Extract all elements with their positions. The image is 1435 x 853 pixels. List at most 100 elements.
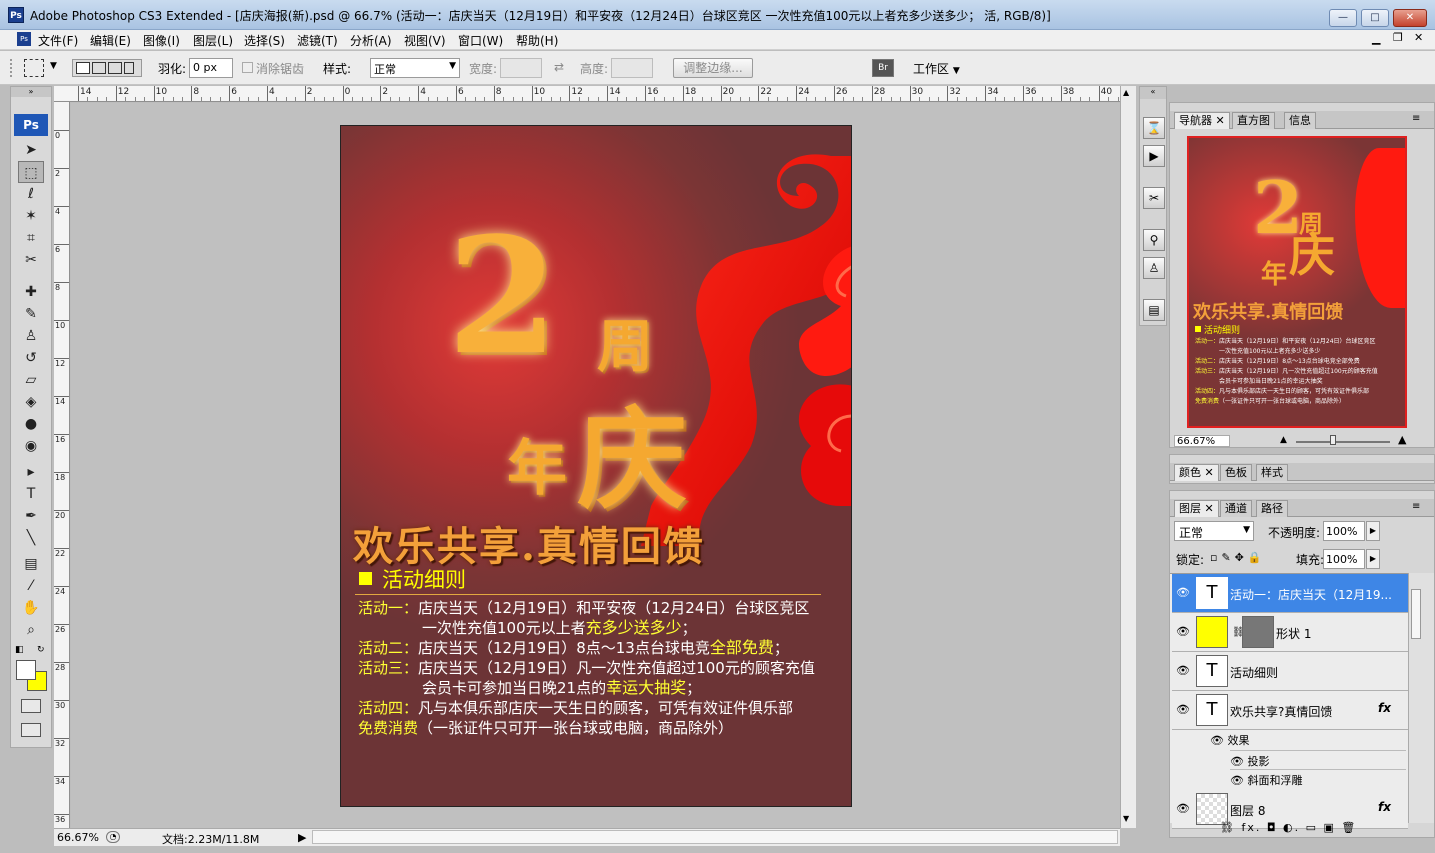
tab-paths[interactable]: 路径 [1256, 500, 1288, 517]
eye-icon[interactable]: 👁 [1210, 734, 1224, 747]
zoom-slider-handle[interactable] [1330, 435, 1336, 445]
panel-menu-icon[interactable]: ≡ [1412, 113, 1420, 124]
canvas-horizontal-scrollbar[interactable] [312, 830, 1118, 844]
navigator-thumbnail[interactable]: 2 周 庆 年 欢乐共享.真情回馈 活动细则 活动一：店庆当天（12月19日）和… [1187, 136, 1407, 428]
fx-badge[interactable]: fx [1378, 701, 1391, 715]
move-tool[interactable]: ➤ [18, 139, 44, 161]
path-selection-tool[interactable]: ▸ [18, 461, 44, 483]
eye-icon[interactable]: 👁 [1176, 586, 1190, 600]
slice-tool[interactable]: ✂ [18, 249, 44, 271]
photoshop-logo[interactable]: Ps [14, 114, 48, 136]
effects-group[interactable]: 👁 效果 [1210, 732, 1249, 748]
width-input[interactable] [500, 58, 542, 78]
tab-color[interactable]: 颜色 ✕ [1174, 464, 1219, 481]
add-selection-icon[interactable] [92, 62, 106, 74]
selection-mode-buttons[interactable] [72, 59, 142, 77]
zoom-level[interactable]: 66.67% [57, 831, 99, 844]
eye-icon[interactable]: 👁 [1176, 664, 1190, 678]
zoom-tool[interactable]: ⌕ [18, 619, 44, 641]
swap-colors-icon[interactable]: ↻ [37, 645, 45, 655]
menu-item[interactable]: 窗口(W) [458, 32, 503, 49]
dodge-tool[interactable]: ◉ [18, 435, 44, 457]
chevron-down-icon[interactable]: ▼ [50, 61, 57, 71]
crop-tool[interactable]: ⌗ [18, 227, 44, 249]
opacity-slider-button[interactable]: ▶ [1366, 521, 1380, 541]
tab-histogram[interactable]: 直方图 [1232, 112, 1275, 129]
tab-swatches[interactable]: 色板 [1220, 464, 1252, 481]
blur-tool[interactable]: ● [18, 413, 44, 435]
layer-action-icons[interactable]: ⛓ fx. ◘ ◐. ▭ ▣ 🗑 [1220, 821, 1357, 834]
close-button[interactable]: ✕ [1393, 9, 1427, 27]
tool-presets-icon[interactable]: ✂ [1143, 187, 1165, 209]
eye-icon[interactable]: 👁 [1176, 625, 1190, 639]
menu-item[interactable]: 帮助(H) [516, 32, 558, 49]
blend-mode-select[interactable]: 正常 ▼ [1174, 521, 1254, 541]
status-arrow-icon[interactable]: ▶ [298, 831, 306, 844]
scroll-up-icon[interactable]: ▲ [1123, 88, 1129, 97]
menu-item[interactable]: 图层(L) [193, 32, 233, 49]
zoom-out-icon[interactable]: ▲ [1280, 435, 1287, 445]
layer-row[interactable]: 👁 ⛓ 形状 1 [1172, 613, 1408, 652]
menu-item[interactable]: 分析(A) [350, 32, 392, 49]
notes-tool[interactable]: ▤ [18, 553, 44, 575]
status-menu-icon[interactable]: ◔ [106, 831, 120, 843]
type-tool[interactable]: T [18, 483, 44, 505]
layer-row[interactable]: 👁 T 活动细则 [1172, 652, 1408, 691]
pen-tool[interactable]: ✒ [18, 505, 44, 527]
doc-restore-button[interactable]: ❐ [1393, 31, 1403, 44]
subtract-selection-icon[interactable] [108, 62, 122, 74]
new-selection-icon[interactable] [76, 62, 90, 74]
eyedropper-tool[interactable]: ⁄ [18, 575, 44, 597]
poster-canvas[interactable]: 2 周 庆 年 欢乐共享.真情回馈 活动细则 活动一：店庆当天（12月19日）和… [340, 125, 852, 807]
options-grip[interactable] [10, 59, 16, 77]
tab-navigator[interactable]: 导航器 ✕ [1174, 112, 1230, 129]
actions-panel-icon[interactable]: ▶ [1143, 145, 1165, 167]
default-colors-icon[interactable]: ◧ [15, 645, 24, 655]
zoom-in-icon[interactable]: ▲ [1398, 433, 1406, 446]
line-tool[interactable]: ╲ [18, 527, 44, 549]
history-brush-tool[interactable]: ↺ [18, 347, 44, 369]
lock-icons[interactable]: ▫✎✥🔒 [1210, 551, 1266, 564]
menu-item[interactable]: 文件(F) [38, 32, 78, 49]
bridge-icon[interactable]: Br [872, 59, 894, 77]
layer-comps-icon[interactable]: ▤ [1143, 299, 1165, 321]
minimize-button[interactable]: — [1329, 9, 1357, 27]
eye-icon[interactable]: 👁 [1230, 755, 1244, 768]
panel-menu-icon[interactable]: ≡ [1412, 501, 1420, 512]
tab-channels[interactable]: 通道 [1220, 500, 1252, 517]
eye-icon[interactable]: 👁 [1176, 802, 1190, 816]
menu-item[interactable]: 编辑(E) [90, 32, 131, 49]
history-panel-icon[interactable]: ⌛ [1143, 117, 1165, 139]
eye-icon[interactable]: 👁 [1230, 774, 1244, 787]
layers-scrollbar[interactable] [1408, 573, 1434, 823]
navigator-zoom-input[interactable]: 66.67% [1174, 435, 1230, 447]
tab-styles[interactable]: 样式 [1256, 464, 1288, 481]
workspace-menu[interactable]: 工作区 ▼ [913, 60, 960, 77]
menu-item[interactable]: 视图(V) [404, 32, 446, 49]
clone-source-icon[interactable]: ♙ [1143, 257, 1165, 279]
menu-item[interactable]: 滤镜(T) [297, 32, 338, 49]
scroll-down-icon[interactable]: ▼ [1123, 814, 1129, 823]
tool-preset-picker[interactable] [24, 59, 44, 77]
navigator-zoom-slider[interactable] [1296, 441, 1390, 443]
layers-scroll-thumb[interactable] [1411, 589, 1421, 639]
healing-brush-tool[interactable]: ✚ [18, 281, 44, 303]
marquee-tool[interactable]: ⬚ [18, 161, 44, 183]
feather-input[interactable]: 0 px [189, 58, 233, 78]
menu-item[interactable]: 选择(S) [244, 32, 285, 49]
brush-tool[interactable]: ✎ [18, 303, 44, 325]
menu-item[interactable]: 图像(I) [143, 32, 180, 49]
layer-row[interactable]: 👁 T 活动一：店庆当天（12月19... [1172, 574, 1408, 613]
layer-row[interactable]: 👁 T 欢乐共享?真情回馈 fx [1172, 691, 1408, 730]
clone-stamp-tool[interactable]: ♙ [18, 325, 44, 347]
doc-close-button[interactable]: ✕ [1414, 31, 1423, 44]
quick-mask-icon[interactable] [21, 699, 41, 713]
toolbox-grip[interactable]: » [11, 87, 51, 97]
maximize-button[interactable]: □ [1361, 9, 1389, 27]
intersect-selection-icon[interactable] [124, 62, 134, 74]
tab-info[interactable]: 信息 [1284, 112, 1316, 129]
opacity-input[interactable]: 100% [1323, 521, 1365, 541]
eye-icon[interactable]: 👁 [1176, 703, 1190, 717]
screen-mode-icon[interactable] [21, 723, 41, 737]
antialias-checkbox[interactable] [242, 62, 253, 73]
